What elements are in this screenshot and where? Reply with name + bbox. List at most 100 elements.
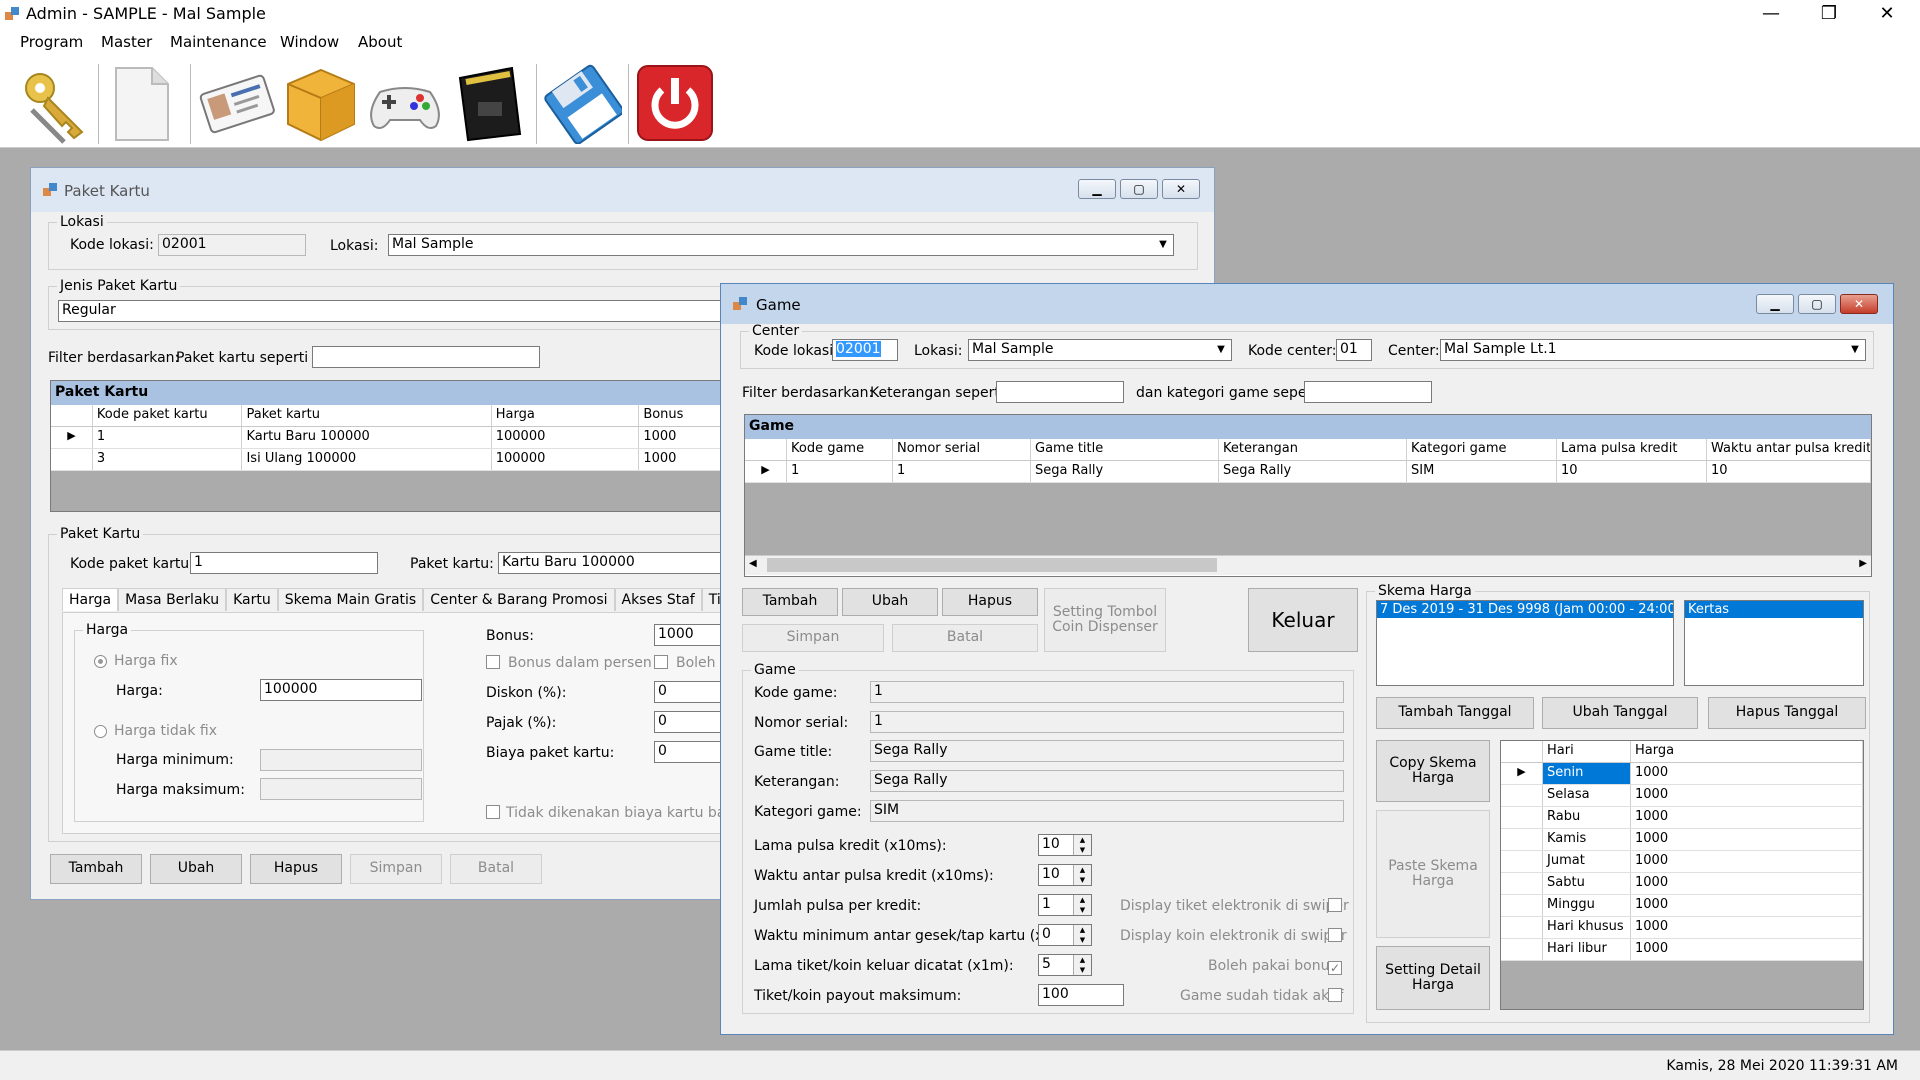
game-tidak-aktif-checkbox[interactable]	[1328, 988, 1342, 1006]
id-card-icon[interactable]	[198, 62, 276, 144]
col-waktu-antar[interactable]: Waktu antar pulsa kredit	[1707, 439, 1871, 460]
harga-field[interactable]: 100000	[260, 679, 422, 701]
table-row[interactable]: Rabu 1000	[1501, 807, 1863, 829]
tab-akses-staf[interactable]: Akses Staf	[614, 588, 702, 611]
col-kode-game[interactable]: Kode game	[787, 439, 893, 460]
tab-masa-berlaku[interactable]: Masa Berlaku	[118, 588, 227, 611]
gamepad-icon[interactable]	[366, 62, 444, 144]
jumlah-pulsa-stepper[interactable]: 1 ▲ ▼	[1038, 894, 1092, 916]
harga-tidak-fix-radio[interactable]	[94, 724, 107, 742]
package-icon[interactable]	[282, 62, 360, 144]
col-harga[interactable]: Harga	[1631, 741, 1863, 762]
col-harga[interactable]: Harga	[492, 405, 640, 426]
table-row[interactable]: Selasa 1000	[1501, 785, 1863, 807]
tambah-tanggal-button[interactable]: Tambah Tanggal	[1376, 697, 1534, 729]
paket-close-button[interactable]: ✕	[1162, 179, 1200, 199]
kode-paket-field[interactable]: 1	[190, 552, 378, 574]
paste-skema-button[interactable]: Paste Skema Harga	[1376, 810, 1490, 938]
nomor-serial-field[interactable]: 1	[870, 711, 1344, 733]
game-tambah-button[interactable]: Tambah	[742, 588, 838, 616]
spin-arrows-icon[interactable]: ▲ ▼	[1073, 865, 1091, 885]
scroll-left-icon[interactable]: ◀	[749, 558, 757, 569]
game-minimize-button[interactable]: ▁	[1756, 294, 1794, 314]
game-ubah-button[interactable]: Ubah	[842, 588, 938, 616]
lokasi-select[interactable]: Mal Sample ▼	[388, 234, 1174, 256]
table-row[interactable]: Minggu 1000	[1501, 895, 1863, 917]
kode-game-field[interactable]: 1	[870, 681, 1344, 703]
center-select[interactable]: Mal Sample Lt.1 ▼	[1440, 339, 1866, 361]
lama-pulsa-stepper[interactable]: 10 ▲ ▼	[1038, 834, 1092, 856]
new-document-icon[interactable]	[106, 62, 184, 144]
game-maximize-button[interactable]: ▢	[1798, 294, 1836, 314]
tab-center-barang-promosi[interactable]: Center & Barang Promosi	[423, 588, 615, 611]
table-row[interactable]: ▶ 1 1 Sega Rally Sega Rally SIM 10 10	[745, 461, 1871, 483]
scroll-thumb[interactable]	[767, 558, 1217, 572]
waktu-min-stepper[interactable]: 0 ▲ ▼	[1038, 924, 1092, 946]
restore-button[interactable]: ❐	[1800, 0, 1858, 28]
menu-window[interactable]: Window	[280, 33, 339, 51]
menu-maintenance[interactable]: Maintenance	[170, 33, 267, 51]
col-paket-kartu[interactable]: Paket kartu	[242, 405, 492, 426]
harga-min-field[interactable]	[260, 749, 422, 771]
bonus-persen-checkbox[interactable]	[486, 655, 500, 673]
horizontal-scrollbar[interactable]: ◀ ▶	[745, 555, 1871, 575]
tab-skema-main-gratis[interactable]: Skema Main Gratis	[277, 588, 424, 611]
tidak-dikenakan-checkbox[interactable]	[486, 805, 500, 823]
lama-tiket-stepper[interactable]: 5 ▲ ▼	[1038, 954, 1092, 976]
paket-simpan-button[interactable]: Simpan	[350, 854, 442, 884]
game-close-button[interactable]: ✕	[1840, 294, 1878, 314]
kategori-game-field[interactable]: SIM	[870, 800, 1344, 822]
game-kode-lokasi-field[interactable]: 02001	[832, 339, 898, 361]
menu-about[interactable]: About	[358, 33, 402, 51]
card-reader-icon[interactable]	[450, 62, 528, 144]
keluar-button[interactable]: Keluar	[1248, 588, 1358, 652]
kategori-filter-input[interactable]	[1304, 381, 1432, 403]
key-icon[interactable]	[12, 62, 90, 144]
keterangan-filter-input[interactable]	[996, 381, 1124, 403]
paket-filter-input[interactable]	[312, 346, 540, 368]
tiket-payout-field[interactable]: 100	[1038, 984, 1124, 1006]
minimize-button[interactable]: —	[1742, 0, 1800, 28]
col-nomor-serial[interactable]: Nomor serial	[893, 439, 1031, 460]
paket-tambah-button[interactable]: Tambah	[50, 854, 142, 884]
kode-lokasi-field[interactable]: 02001	[158, 234, 306, 256]
display-koin-checkbox[interactable]	[1328, 928, 1342, 946]
game-hapus-button[interactable]: Hapus	[942, 588, 1038, 616]
harga-fix-radio[interactable]	[94, 654, 107, 672]
copy-skema-button[interactable]: Copy Skema Harga	[1376, 740, 1490, 802]
table-row[interactable]: Sabtu 1000	[1501, 873, 1863, 895]
paket-hapus-button[interactable]: Hapus	[250, 854, 342, 884]
paket-field[interactable]: Kartu Baru 100000	[498, 552, 748, 574]
table-row[interactable]: ▶ Senin 1000	[1501, 763, 1863, 785]
table-row[interactable]: 3 Isi Ulang 100000 100000 1000	[51, 449, 749, 471]
game-simpan-button[interactable]: Simpan	[742, 624, 884, 652]
tab-harga[interactable]: Harga	[62, 588, 119, 611]
col-lama-pulsa[interactable]: Lama pulsa kredit	[1557, 439, 1707, 460]
harga-max-field[interactable]	[260, 778, 422, 800]
skema-date-list[interactable]: 7 Des 2019 - 31 Des 9998 (Jam 00:00 - 24…	[1376, 600, 1674, 686]
menu-master[interactable]: Master	[101, 33, 152, 51]
table-row[interactable]: Hari khusus 1000	[1501, 917, 1863, 939]
paket-maximize-button[interactable]: ▢	[1120, 179, 1158, 199]
spin-arrows-icon[interactable]: ▲ ▼	[1073, 895, 1091, 915]
ubah-tanggal-button[interactable]: Ubah Tanggal	[1542, 697, 1698, 729]
table-row[interactable]: Hari libur 1000	[1501, 939, 1863, 961]
game-title-field[interactable]: Sega Rally	[870, 740, 1344, 762]
display-tiket-checkbox[interactable]	[1328, 898, 1342, 916]
menu-program[interactable]: Program	[20, 33, 83, 51]
table-row[interactable]: Kamis 1000	[1501, 829, 1863, 851]
jenis-paket-select[interactable]: Regular	[58, 300, 748, 322]
table-row[interactable]: ▶ 1 Kartu Baru 100000 100000 1000	[51, 427, 749, 449]
setting-tombol-button[interactable]: Setting Tombol Coin Dispenser	[1044, 588, 1166, 652]
paket-batal-button[interactable]: Batal	[450, 854, 542, 884]
table-row[interactable]: Jumat 1000	[1501, 851, 1863, 873]
paket-minimize-button[interactable]: ▁	[1078, 179, 1116, 199]
col-keterangan[interactable]: Keterangan	[1219, 439, 1407, 460]
scroll-right-icon[interactable]: ▶	[1859, 558, 1867, 569]
power-icon[interactable]	[636, 62, 714, 144]
list-item[interactable]: Kertas	[1685, 601, 1863, 618]
setting-detail-harga-button[interactable]: Setting Detail Harga	[1376, 946, 1490, 1010]
skema-type-list[interactable]: Kertas	[1684, 600, 1864, 686]
col-kode-paket[interactable]: Kode paket kartu	[93, 405, 243, 426]
spin-arrows-icon[interactable]: ▲ ▼	[1073, 925, 1091, 945]
